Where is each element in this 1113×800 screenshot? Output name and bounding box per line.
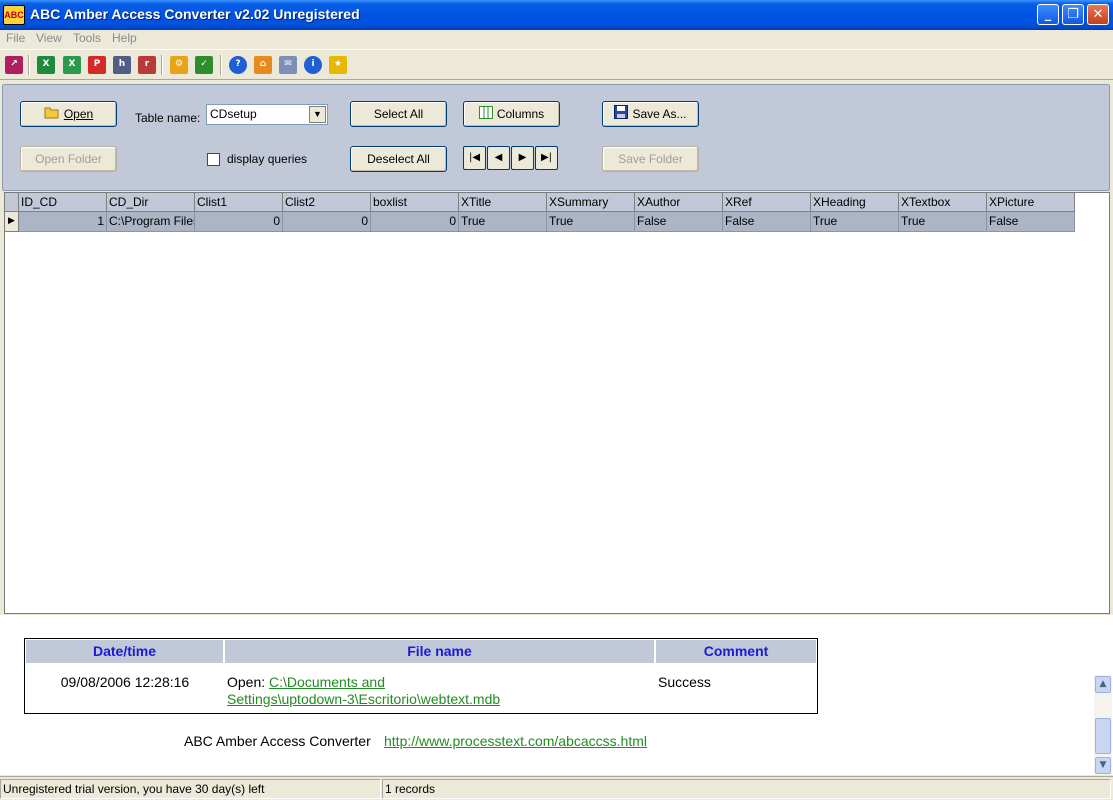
save-as-button-label: Save As... xyxy=(632,107,687,121)
column-header-xref[interactable]: XRef xyxy=(723,193,811,212)
excel-icon[interactable]: X xyxy=(37,56,55,74)
menu-file[interactable]: File xyxy=(6,30,25,49)
table-name-value: CDsetup xyxy=(210,107,257,121)
spellcheck-icon[interactable]: ✓ xyxy=(195,56,213,74)
menu-tools[interactable]: Tools xyxy=(73,30,101,49)
floppy-disk-icon xyxy=(614,103,629,127)
open-button[interactable]: Open xyxy=(20,101,117,127)
toolbar-separator xyxy=(28,55,30,75)
status-bar: Unregistered trial version, you have 30 … xyxy=(0,776,1113,800)
toolbar-separator xyxy=(161,55,163,75)
log-file-link[interactable]: C:\Documents and xyxy=(269,674,385,690)
column-header-xpicture[interactable]: XPicture xyxy=(987,193,1075,212)
log-header-filename: File name xyxy=(225,640,655,663)
column-header-xsummary[interactable]: XSummary xyxy=(547,193,635,212)
display-queries-checkbox[interactable] xyxy=(207,153,220,166)
log-datetime: 09/08/2006 12:28:16 xyxy=(60,674,190,690)
open-button-label: Open xyxy=(63,107,94,121)
select-all-button[interactable]: Select All xyxy=(350,101,447,127)
control-panel: Open Table name: CDsetup ▼ Select All Co… xyxy=(2,84,1110,191)
log-action: Open: xyxy=(227,674,266,690)
window-title: ABC Amber Access Converter v2.02 Unregis… xyxy=(30,6,360,22)
log-filename: Open: C:\Documents and Settings\uptodown… xyxy=(227,674,655,708)
column-header-xtextbox[interactable]: XTextbox xyxy=(899,193,987,212)
register-icon[interactable]: ★ xyxy=(329,56,347,74)
column-header-xheading[interactable]: XHeading xyxy=(811,193,899,212)
email-icon[interactable]: ✉ xyxy=(279,56,297,74)
status-records: 1 records xyxy=(382,779,1111,799)
table-cell[interactable]: 0 xyxy=(371,212,459,232)
columns-button-label: Columns xyxy=(496,107,545,121)
title-bar: ABC ABC Amber Access Converter v2.02 Unr… xyxy=(0,0,1113,30)
log-comment: Success xyxy=(658,674,711,690)
table-name-select[interactable]: CDsetup ▼ xyxy=(206,104,328,125)
column-header-boxlist[interactable]: boxlist xyxy=(371,193,459,212)
log-scrollbar[interactable]: ▲ ▼ xyxy=(1094,675,1112,775)
prev-record-button[interactable]: ◀ xyxy=(487,146,510,170)
open-folder-button[interactable]: Open Folder xyxy=(20,146,117,172)
columns-icon xyxy=(478,103,493,127)
save-folder-button[interactable]: Save Folder xyxy=(602,146,699,172)
column-header-xtitle[interactable]: XTitle xyxy=(459,193,547,212)
html-icon[interactable]: h xyxy=(113,56,131,74)
columns-button[interactable]: Columns xyxy=(463,101,560,127)
save-as-button[interactable]: Save As... xyxy=(602,101,699,127)
table-cell[interactable]: C:\Program Files xyxy=(107,212,195,232)
footer-url-link[interactable]: http://www.processtext.com/abcaccss.html xyxy=(384,733,647,749)
column-header-cd-dir[interactable]: CD_Dir xyxy=(107,193,195,212)
chevron-down-icon[interactable]: ▼ xyxy=(309,106,326,123)
close-button[interactable]: ✕ xyxy=(1087,4,1109,25)
scroll-down-icon[interactable]: ▼ xyxy=(1095,757,1111,774)
table-cell[interactable]: 1 xyxy=(19,212,107,232)
row-indicator-icon[interactable]: ▶ xyxy=(5,212,19,232)
toolbar-separator xyxy=(220,55,222,75)
menu-view[interactable]: View xyxy=(36,30,62,49)
table-cell[interactable]: 0 xyxy=(195,212,283,232)
help-icon[interactable]: ? xyxy=(229,56,247,74)
home-icon[interactable]: ⌂ xyxy=(254,56,272,74)
log-file-link-cont[interactable]: Settings\uptodown-3\Escritorio\webtext.m… xyxy=(227,691,500,707)
display-queries-label: display queries xyxy=(227,152,308,166)
log-header-datetime: Date/time xyxy=(26,640,224,663)
log-table: Date/time File name Comment 09/08/2006 1… xyxy=(24,638,818,714)
abc-app-icon[interactable]: ABC xyxy=(3,5,25,25)
info-icon[interactable]: i xyxy=(304,56,322,74)
table-cell[interactable]: True xyxy=(547,212,635,232)
folder-open-icon xyxy=(44,103,60,127)
table-cell[interactable]: 0 xyxy=(283,212,371,232)
minimize-button[interactable]: _ xyxy=(1037,4,1059,25)
menu-help[interactable]: Help xyxy=(112,30,137,49)
table-cell[interactable]: True xyxy=(811,212,899,232)
log-panel: Date/time File name Comment 09/08/2006 1… xyxy=(0,615,1113,775)
options-icon[interactable]: ⚙ xyxy=(170,56,188,74)
footer-app-name: ABC Amber Access Converter xyxy=(184,733,371,749)
maximize-button[interactable]: ❐ xyxy=(1062,4,1084,25)
open-icon[interactable]: ↗ xyxy=(5,56,23,74)
excel-convert-icon[interactable]: X xyxy=(63,56,81,74)
column-header-id-cd[interactable]: ID_CD xyxy=(19,193,107,212)
table-cell[interactable]: True xyxy=(459,212,547,232)
table-cell[interactable]: True xyxy=(899,212,987,232)
column-header-clist1[interactable]: Clist1 xyxy=(195,193,283,212)
pdf-icon[interactable]: P xyxy=(88,56,106,74)
status-trial: Unregistered trial version, you have 30 … xyxy=(0,779,381,799)
table-name-label: Table name: xyxy=(135,111,201,125)
last-record-button[interactable]: ▶| xyxy=(535,146,558,170)
first-record-button[interactable]: |◀ xyxy=(463,146,486,170)
menu-bar: File View Tools Help xyxy=(0,30,1113,50)
table-cell[interactable]: False xyxy=(635,212,723,232)
grid-corner xyxy=(5,193,19,212)
next-record-button[interactable]: ▶ xyxy=(511,146,534,170)
column-header-clist2[interactable]: Clist2 xyxy=(283,193,371,212)
scroll-up-icon[interactable]: ▲ xyxy=(1095,676,1111,693)
table-cell[interactable]: False xyxy=(987,212,1075,232)
scroll-thumb[interactable] xyxy=(1095,718,1111,754)
data-grid[interactable]: ID_CD CD_Dir Clist1 Clist2 boxlist XTitl… xyxy=(4,192,1110,614)
log-header-comment: Comment xyxy=(656,640,817,663)
table-cell[interactable]: False xyxy=(723,212,811,232)
toolbar: ↗ X X P h r ⚙ ✓ ? ⌂ ✉ i ★ xyxy=(0,51,1113,80)
column-header-xauthor[interactable]: XAuthor xyxy=(635,193,723,212)
rtf-icon[interactable]: r xyxy=(138,56,156,74)
deselect-all-button[interactable]: Deselect All xyxy=(350,146,447,172)
